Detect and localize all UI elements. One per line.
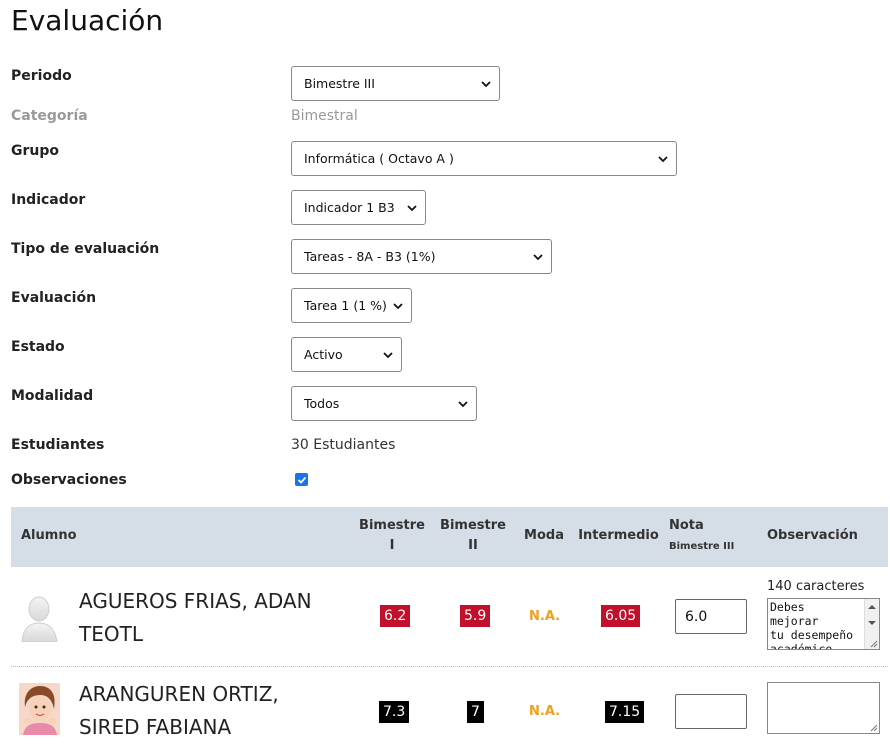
resize-handle-icon[interactable] (870, 724, 878, 732)
check-icon (297, 476, 306, 484)
periodo-label: Periodo (11, 68, 72, 84)
page-title: Evaluación (11, 4, 164, 37)
header-moda: Moda (524, 528, 564, 543)
grupo-select[interactable]: Informática ( Octavo A ) (291, 141, 677, 176)
estudiantes-label: Estudiantes (11, 437, 105, 453)
student-name: ARANGUREN ORTIZ, SIRED FABIANA (79, 678, 279, 744)
nota-input[interactable]: 6.0 (675, 599, 747, 634)
avatar-placeholder-icon (21, 596, 58, 642)
header-bimestre-2: Bimestre II (437, 516, 509, 556)
evaluacion-select[interactable]: Tarea 1 (1 %) (291, 288, 412, 323)
tipo-select[interactable]: Tareas - 8A - B3 (1%) (291, 239, 552, 274)
grade-intermedio: 7.15 (605, 701, 645, 723)
header-bimestre-2-line2: II (468, 538, 478, 553)
observacion-line: tu desempeño (770, 628, 854, 642)
evaluacion-label: Evaluación (11, 290, 97, 306)
chevron-down-icon (533, 253, 543, 260)
scroll-down-icon[interactable] (865, 617, 879, 629)
grade-bimestre-2: 7 (467, 701, 484, 723)
student-name: AGUEROS FRIAS, ADAN TEOTL (79, 585, 312, 651)
categoria-value: Bimestral (291, 108, 358, 124)
grade-bimestre-1: 7.3 (379, 701, 410, 723)
grade-moda: N.A. (529, 609, 561, 624)
grupo-value: Informática ( Octavo A ) (304, 151, 454, 166)
observacion-textarea[interactable]: Debes mejorar tu desempeño académico, (767, 598, 880, 650)
observaciones-checkbox[interactable] (295, 473, 308, 486)
grade-moda: N.A. (529, 704, 561, 719)
chevron-down-icon (658, 155, 668, 162)
observacion-line: Debes mejorar (770, 600, 819, 628)
tipo-label: Tipo de evaluación (11, 241, 160, 257)
modalidad-select[interactable]: Todos (291, 386, 477, 421)
header-intermedio: Intermedio (578, 528, 659, 543)
grade-bimestre-2: 5.9 (460, 605, 491, 627)
grade-intermedio: 6.05 (601, 605, 641, 627)
estado-value: Activo (304, 347, 343, 362)
table-header: Alumno Bimestre I Bimestre II Moda Inter… (11, 507, 888, 567)
student-name-line2: SIRED FABIANA (79, 715, 232, 739)
grade-bimestre-1: 6.2 (380, 605, 411, 627)
header-bimestre-1: Bimestre I (356, 516, 428, 556)
header-observacion: Observación (767, 528, 858, 543)
chevron-down-icon (481, 80, 491, 87)
observacion-line: académico, (770, 642, 840, 650)
student-name-line1: ARANGUREN ORTIZ, (79, 682, 279, 706)
estado-select[interactable]: Activo (291, 337, 402, 372)
observacion-textarea[interactable] (767, 682, 880, 734)
student-name-line1: AGUEROS FRIAS, ADAN (79, 589, 312, 613)
char-counter: 140 caracteres (767, 579, 865, 594)
header-nota: Nota Bimestre III (669, 516, 741, 557)
periodo-value: Bimestre III (304, 76, 375, 91)
estudiantes-count: 30 Estudiantes (291, 437, 396, 453)
estado-label: Estado (11, 339, 65, 355)
indicador-select[interactable]: Indicador 1 B3 (291, 190, 426, 225)
avatar-photo-icon (19, 683, 60, 735)
periodo-select[interactable]: Bimestre III (291, 66, 500, 101)
row-divider (11, 666, 888, 667)
observaciones-label: Observaciones (11, 472, 127, 488)
header-bimestre-2-line1: Bimestre (440, 518, 506, 533)
header-nota-sub: Bimestre III (669, 541, 735, 552)
indicador-value: Indicador 1 B3 (304, 200, 395, 215)
chevron-down-icon (393, 302, 403, 309)
chevron-down-icon (383, 351, 393, 358)
evaluacion-value: Tarea 1 (1 %) (304, 298, 387, 313)
scroll-up-icon[interactable] (865, 601, 879, 613)
indicador-label: Indicador (11, 192, 86, 208)
header-bimestre-1-line1: Bimestre (359, 518, 425, 533)
modalidad-label: Modalidad (11, 388, 94, 404)
chevron-down-icon (458, 400, 468, 407)
header-nota-label: Nota (669, 518, 704, 533)
resize-handle-icon[interactable] (870, 640, 878, 648)
header-alumno: Alumno (21, 528, 77, 543)
header-bimestre-1-line2: I (389, 538, 395, 553)
chevron-down-icon (407, 204, 417, 211)
categoria-label: Categoría (11, 108, 88, 124)
grupo-label: Grupo (11, 143, 60, 159)
nota-input[interactable] (675, 694, 747, 729)
modalidad-value: Todos (304, 396, 340, 411)
student-name-line2: TEOTL (79, 622, 143, 646)
tipo-value: Tareas - 8A - B3 (1%) (304, 249, 436, 264)
